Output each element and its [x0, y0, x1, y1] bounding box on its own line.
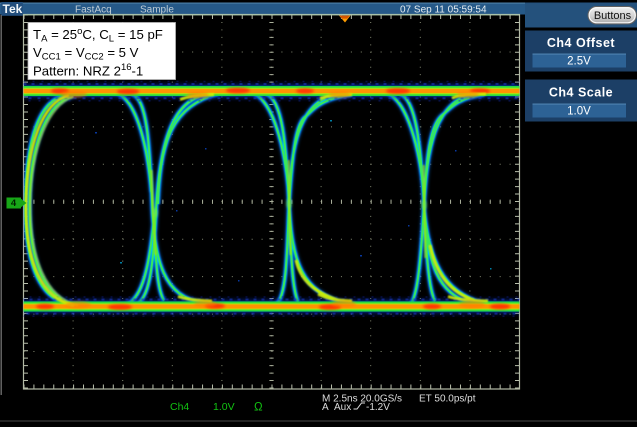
svg-text:Ch4 Scale: Ch4 Scale [549, 86, 613, 100]
svg-text:4: 4 [11, 198, 17, 209]
svg-text:TA = 25oC, CL = 15 pF: TA = 25oC, CL = 15 pF [33, 26, 163, 45]
svg-text:ET 50.0ps/pt: ET 50.0ps/pt [419, 394, 476, 405]
svg-text:Buttons: Buttons [594, 10, 632, 22]
svg-text:FastAcq: FastAcq [75, 5, 112, 16]
svg-text:2.5V: 2.5V [567, 56, 591, 68]
svg-text:Tek: Tek [3, 2, 23, 16]
svg-text:Ω: Ω [254, 402, 263, 414]
svg-text:-1.2V: -1.2V [366, 402, 390, 413]
svg-text:Aux: Aux [334, 402, 351, 413]
svg-text:Sample: Sample [140, 5, 174, 16]
svg-text:Ch4: Ch4 [170, 401, 189, 413]
svg-text:1.0V: 1.0V [213, 401, 235, 413]
svg-text:1.0V: 1.0V [567, 106, 591, 118]
svg-text:07 Sep 11 05:59:54: 07 Sep 11 05:59:54 [400, 5, 487, 16]
svg-text:A: A [322, 402, 329, 413]
svg-text:Ch4 Offset: Ch4 Offset [547, 36, 616, 50]
